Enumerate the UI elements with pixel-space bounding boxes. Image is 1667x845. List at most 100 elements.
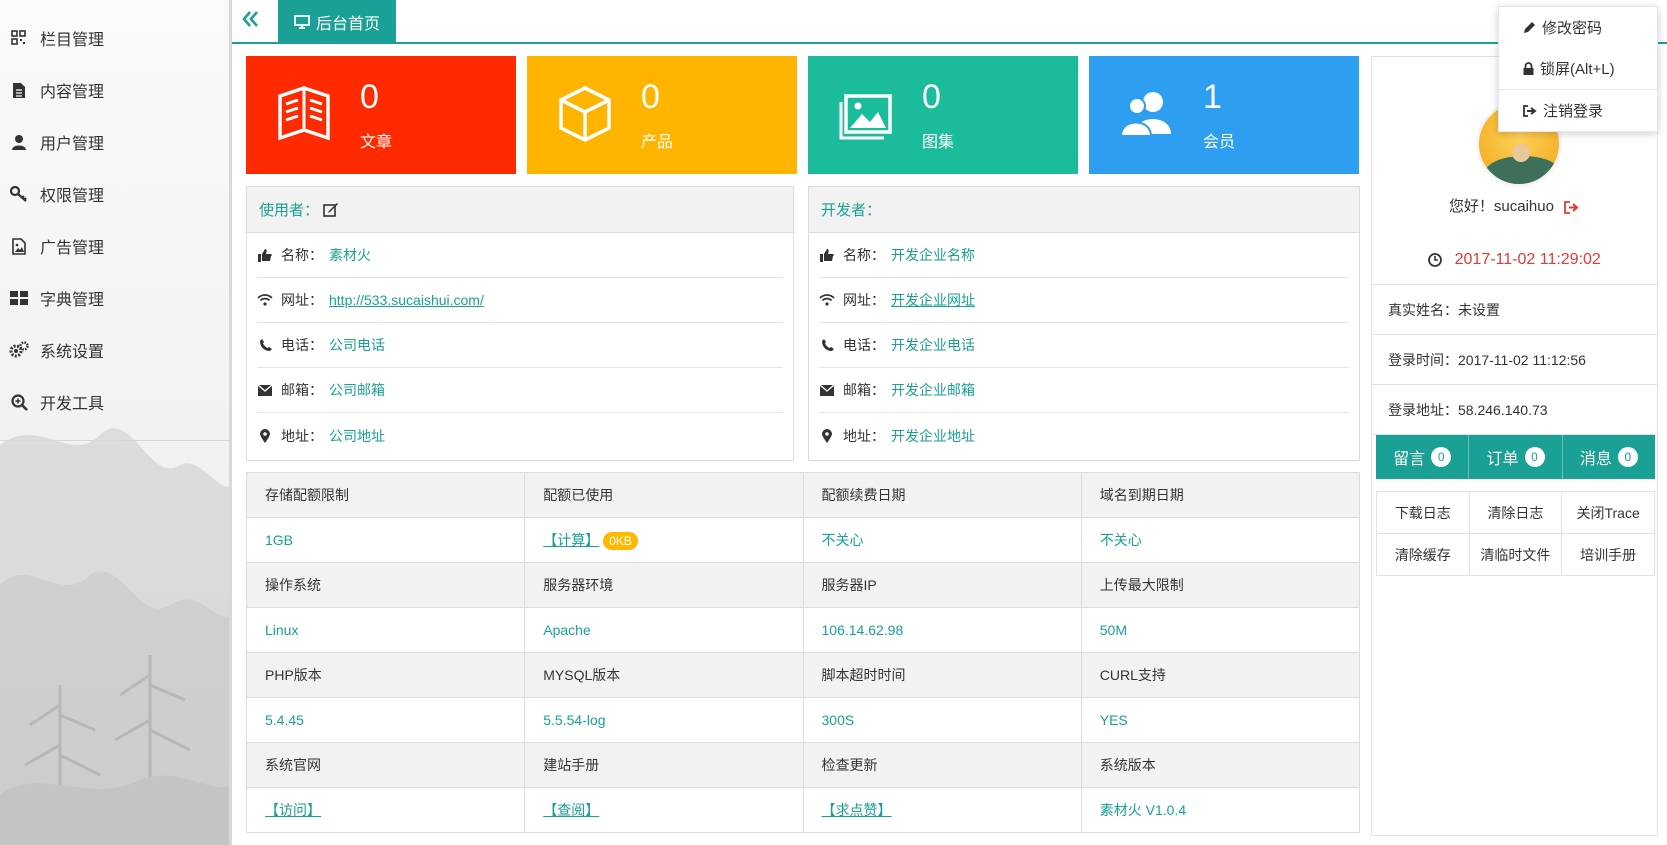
stat-label: 产品: [641, 134, 674, 151]
table-cell: MYSQL版本: [524, 652, 804, 698]
table-cell: 300S: [802, 697, 1082, 743]
info-row-name: 名称： 开发企业名称: [819, 233, 1349, 278]
clear-temp-files-button[interactable]: 清临时文件: [1468, 533, 1563, 576]
clear-cache-button[interactable]: 清除缓存: [1376, 533, 1470, 576]
stat-card-articles[interactable]: 0 文章: [246, 56, 516, 174]
check-update-link[interactable]: 【求点赞】: [822, 802, 892, 818]
info-key: 地址：: [281, 427, 323, 444]
wifi-icon: [819, 294, 835, 306]
table-row-header: 存储配额限制 配额已使用 配额续费日期 域名到期日期: [245, 472, 1361, 518]
logout-item[interactable]: 注销登录: [1499, 90, 1657, 131]
view-manual-link[interactable]: 【查阅】: [543, 802, 599, 818]
website-link[interactable]: http://533.sucaishui.com/: [329, 292, 484, 308]
download-log-button[interactable]: 下载日志: [1376, 491, 1470, 534]
thumbs-up-icon: [819, 248, 835, 262]
menu-item-label: 修改密码: [1542, 20, 1603, 37]
current-datetime: 2017-11-02 11:29:02: [1372, 235, 1657, 285]
sidebar-item-content-management[interactable]: 内容管理: [0, 64, 229, 116]
stat-card-products[interactable]: 0 产品: [527, 56, 797, 174]
edit-icon[interactable]: [323, 202, 339, 217]
table-cell: 素材火 V1.0.4: [1080, 787, 1361, 833]
clear-log-button[interactable]: 清除日志: [1468, 491, 1563, 534]
sidebar-item-ad-management[interactable]: 广告管理: [0, 220, 229, 272]
sidebar-item-label: 用户管理: [40, 136, 105, 153]
table-cell: 系统官网: [245, 742, 526, 788]
panel-header: 使用者：: [247, 187, 793, 233]
info-value: 开发企业名称: [891, 247, 975, 263]
sidebar-item-dictionary-management[interactable]: 字典管理: [0, 272, 229, 324]
close-trace-button[interactable]: 关闭Trace: [1561, 491, 1655, 534]
message-tabs: 留言 0 订单 0 消息 0: [1376, 435, 1655, 479]
table-row: 【访问】 【查阅】 【求点赞】 素材火 V1.0.4: [245, 787, 1361, 833]
developer-info-panel: 开发者： 名称： 开发企业名称 网址： 开发企业网址 电话： 开发企业电话 邮箱…: [808, 186, 1360, 461]
menu-item-label: 注销登录: [1543, 103, 1604, 120]
clock-icon: [1428, 252, 1443, 267]
table-cell: 【求点赞】: [802, 787, 1082, 833]
table-cell: 服务器IP: [802, 562, 1082, 608]
sidebar-item-system-settings[interactable]: 系统设置: [0, 324, 229, 376]
sidebar-item-label: 开发工具: [40, 396, 105, 413]
table-cell: 【计算】 0KB: [524, 517, 804, 563]
profile-panel: 您好！sucaihuo 2017-11-02 11:29:02 真实姓名：未设置…: [1371, 56, 1658, 836]
info-row-website: 网址： http://533.sucaishui.com/: [257, 278, 783, 323]
phone-icon: [257, 338, 273, 352]
info-row-address: 地址： 公司地址: [257, 413, 783, 458]
tab-notifications[interactable]: 消息 0: [1563, 435, 1655, 479]
table-cell: 服务器环境: [524, 562, 804, 608]
table-cell: CURL支持: [1080, 652, 1361, 698]
envelope-icon: [257, 384, 273, 396]
count-badge: 0: [1431, 447, 1452, 467]
training-manual-button[interactable]: 培训手册: [1561, 533, 1655, 576]
sidebar-item-label: 权限管理: [40, 188, 105, 205]
table-cell: 106.14.62.98: [802, 607, 1082, 653]
book-icon: [278, 86, 330, 141]
double-chevron-left-icon[interactable]: [240, 8, 264, 32]
table-cell: Linux: [245, 607, 526, 653]
thumbs-up-icon: [257, 248, 273, 262]
stat-card-members[interactable]: 1 会员: [1089, 56, 1359, 174]
sidebar-item-dev-tools[interactable]: 开发工具: [0, 376, 229, 428]
tab-orders[interactable]: 订单 0: [1469, 435, 1563, 479]
sidebar-item-label: 栏目管理: [40, 32, 105, 49]
table-cell: 域名到期日期: [1080, 472, 1361, 518]
visit-official-site-link[interactable]: 【访问】: [265, 802, 321, 818]
greeting: 您好！sucaihuo: [1372, 195, 1657, 216]
table-cell: 【访问】: [245, 787, 526, 833]
stat-label: 文章: [360, 134, 393, 151]
tab-home[interactable]: 后台首页: [278, 0, 397, 44]
map-marker-icon: [819, 428, 835, 443]
sidebar-item-label: 系统设置: [40, 344, 105, 361]
tools-button-grid: 下载日志 清除日志 关闭Trace 清除缓存 清临时文件 培训手册: [1376, 491, 1655, 576]
greeting-text: 您好！sucaihuo: [1448, 198, 1554, 215]
table-cell: 脚本超时时间: [802, 652, 1082, 698]
tab-label: 消息: [1579, 451, 1612, 468]
table-row: Linux Apache 106.14.62.98 50M: [245, 607, 1361, 653]
document-icon: [8, 79, 30, 101]
panel-title: 开发者：: [821, 202, 882, 219]
sidebar-item-user-management[interactable]: 用户管理: [0, 116, 229, 168]
sidebar-item-column-management[interactable]: 栏目管理: [0, 12, 229, 64]
tab-label: 留言: [1393, 451, 1426, 468]
info-key: 电话：: [843, 337, 885, 353]
stat-card-gallery[interactable]: 0 图集: [808, 56, 1078, 174]
sidebar-item-permission-management[interactable]: 权限管理: [0, 168, 229, 220]
info-key: 网址：: [281, 292, 323, 308]
table-cell: 上传最大限制: [1080, 562, 1361, 608]
lock-screen-item[interactable]: 锁屏(Alt+L): [1499, 48, 1657, 89]
logout-icon[interactable]: [1564, 200, 1580, 214]
table-cell: 建站手册: [524, 742, 804, 788]
map-marker-icon: [257, 428, 273, 443]
calculate-quota-link[interactable]: 【计算】: [543, 532, 599, 548]
cube-icon: [559, 86, 611, 142]
tab-messages[interactable]: 留言 0: [1376, 435, 1470, 479]
table-cell: 不关心: [1080, 517, 1361, 563]
table-cell: 不关心: [802, 517, 1082, 563]
users-icon: [1119, 92, 1171, 137]
search-plus-icon: [8, 391, 30, 413]
menu-item-label: 锁屏(Alt+L): [1540, 61, 1615, 78]
website-link[interactable]: 开发企业网址: [891, 290, 975, 310]
panel-title: 使用者：: [259, 202, 320, 219]
login-ip-row: 登录地址：58.246.140.73: [1372, 385, 1657, 435]
table-cell: 50M: [1080, 607, 1361, 653]
change-password-item[interactable]: 修改密码: [1499, 7, 1657, 48]
